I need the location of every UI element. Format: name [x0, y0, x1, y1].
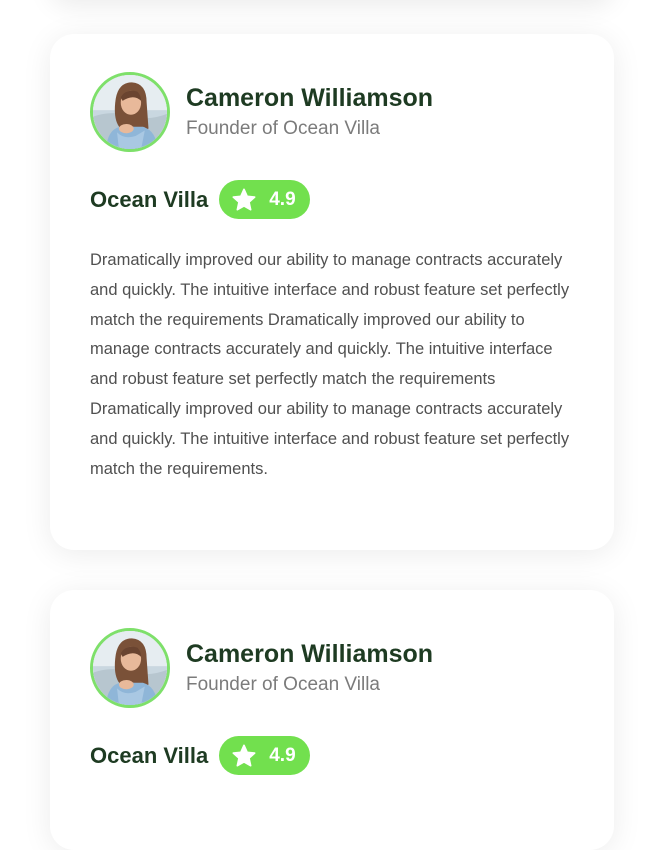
reviewer-role: Founder of Ocean Villa [186, 117, 380, 139]
testimonial-card: Cameron Williamson Founder of Ocean Vill… [50, 34, 614, 550]
rating-badge: 4.9 [219, 736, 311, 775]
testimonial-header: Cameron Williamson Founder of Ocean Vill… [90, 72, 574, 152]
avatar-photo [93, 631, 167, 705]
reviewer-role: Founder of Ocean Villa [186, 673, 380, 695]
avatar-photo [93, 75, 167, 149]
testimonial-card: Cameron Williamson Founder of Ocean Vill… [50, 590, 614, 850]
avatar [90, 628, 170, 708]
reviewer-name: Cameron Williamson [186, 639, 434, 668]
review-text: Dramatically improved our ability to man… [90, 251, 570, 478]
person-info: Cameron Williamson Founder of Ocean Vill… [186, 639, 433, 698]
company-row: Ocean Villa 4.9 [90, 180, 574, 219]
reviewer-name: Cameron Williamson [186, 83, 434, 112]
company-row: Ocean Villa 4.9 [90, 736, 574, 775]
rating-value: 4.9 [269, 188, 296, 210]
testimonial-header: Cameron Williamson Founder of Ocean Vill… [90, 628, 574, 708]
star-icon [232, 744, 256, 767]
person-info: Cameron Williamson Founder of Ocean Vill… [186, 83, 433, 142]
rating-badge: 4.9 [219, 180, 311, 219]
avatar [90, 72, 170, 152]
company-name: Ocean Villa [90, 186, 209, 212]
star-icon [232, 188, 256, 211]
company-name: Ocean Villa [90, 742, 209, 768]
rating-value: 4.9 [269, 744, 296, 766]
